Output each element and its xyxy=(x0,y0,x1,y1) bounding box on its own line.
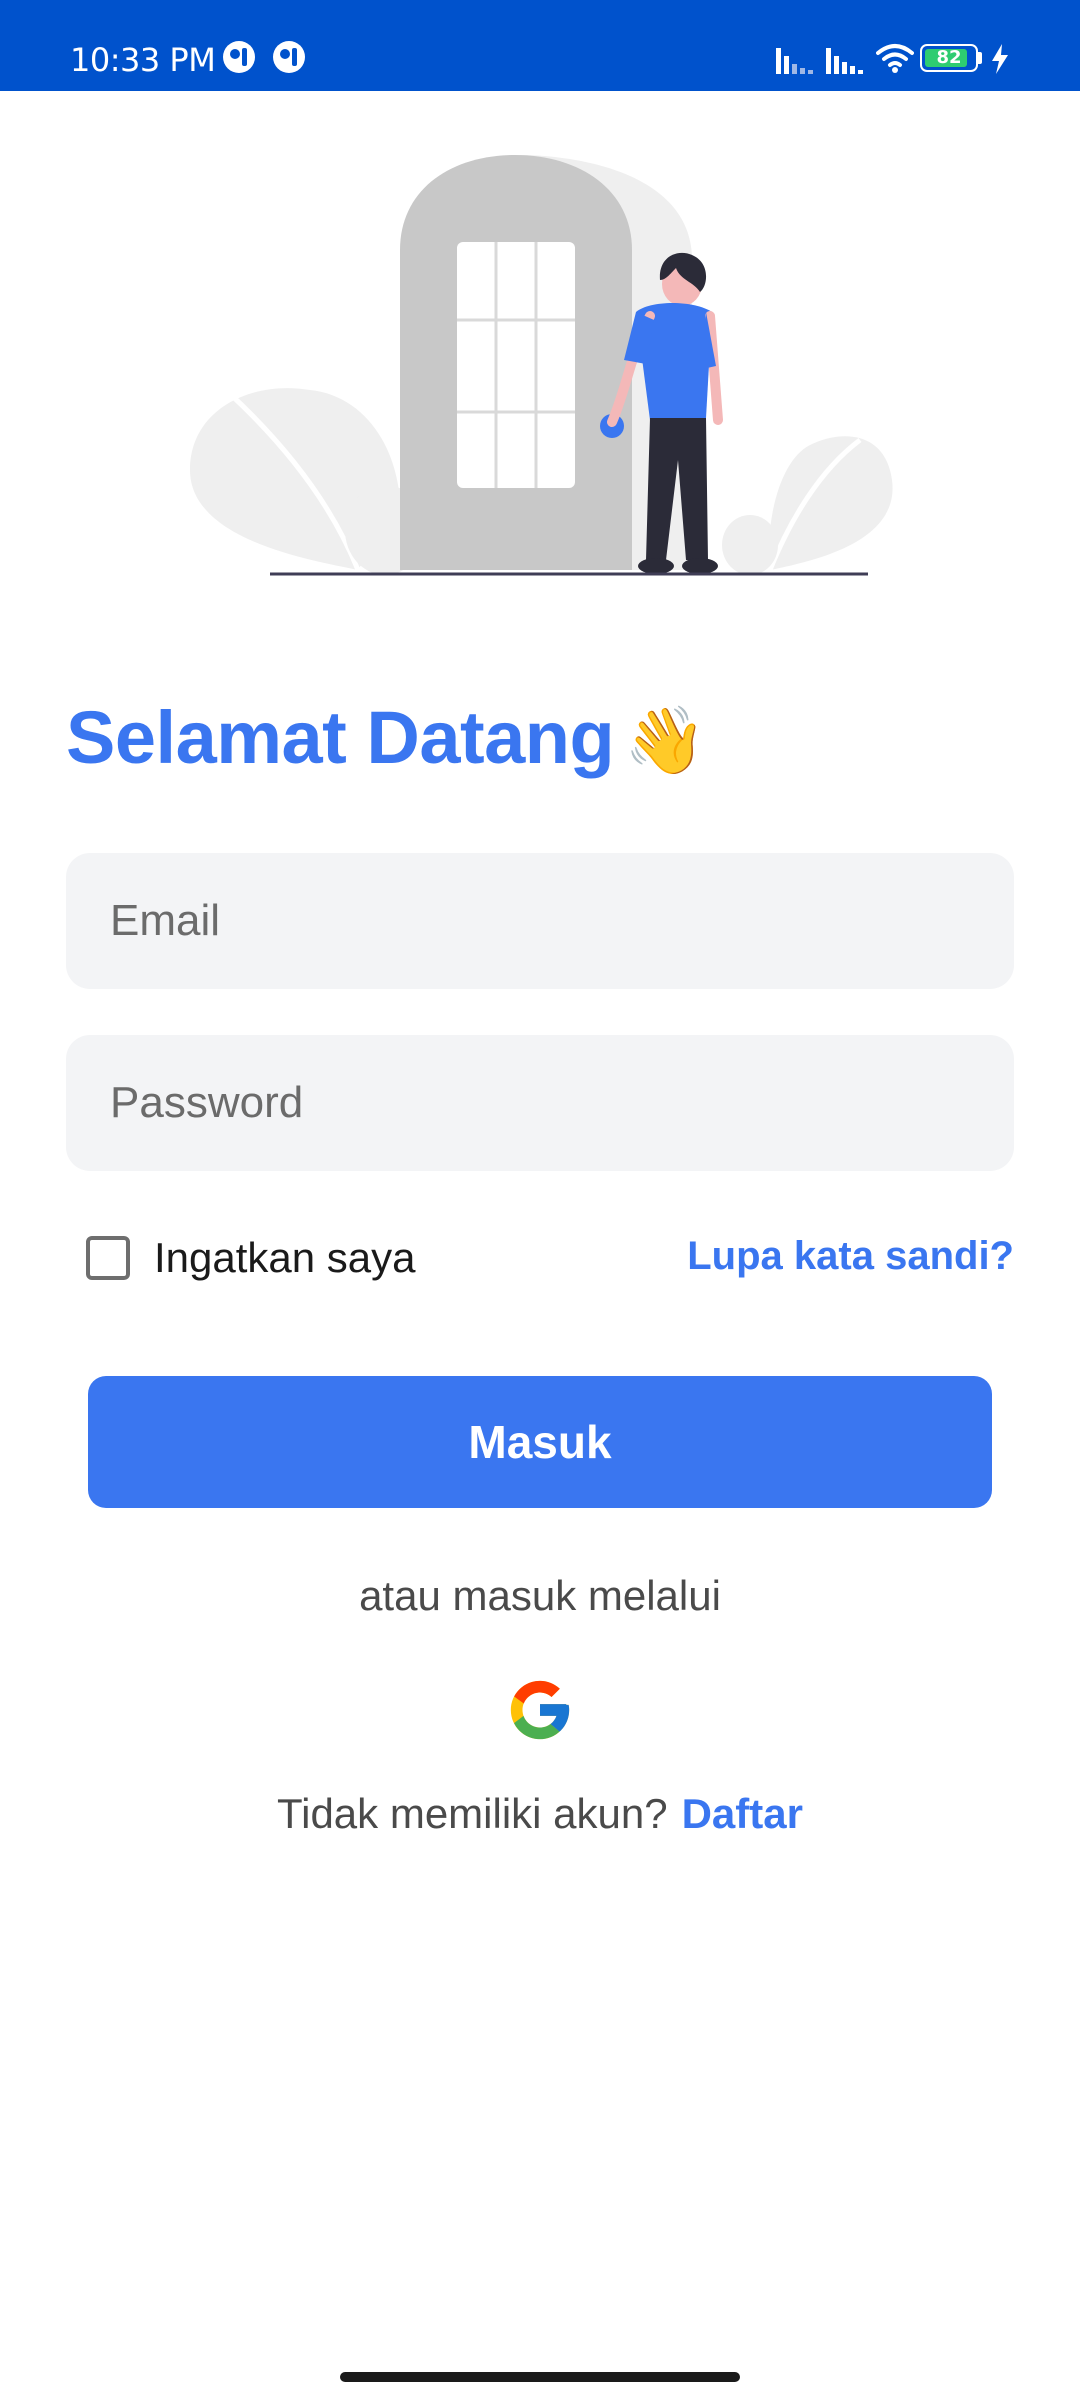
status-time: 10:33 PM xyxy=(70,41,216,79)
welcome-title-text: Selamat Datang xyxy=(66,696,615,779)
password-field[interactable] xyxy=(66,1035,1014,1171)
remember-me-label[interactable]: Ingatkan saya xyxy=(154,1232,416,1284)
remember-me-checkbox[interactable] xyxy=(86,1236,130,1280)
signal-icon xyxy=(776,48,813,74)
alt-login-text: atau masuk melalui xyxy=(359,1572,721,1619)
home-indicator[interactable] xyxy=(340,2372,740,2382)
app-notification-icon xyxy=(223,41,255,73)
waving-hand-icon: 👋 xyxy=(624,703,706,777)
signup-link[interactable]: Daftar xyxy=(682,1790,803,1837)
signup-row: Tidak memiliki akun? Daftar xyxy=(0,1786,1080,1842)
forgot-password-link[interactable]: Lupa kata sandi? xyxy=(687,1230,1014,1282)
battery-level: 82 xyxy=(936,47,962,68)
login-button[interactable]: Masuk xyxy=(88,1376,992,1508)
charging-icon xyxy=(992,44,1008,74)
welcome-illustration xyxy=(190,155,893,576)
google-login-icon[interactable] xyxy=(505,1675,575,1745)
battery-tip xyxy=(978,52,982,64)
battery-icon: 82 xyxy=(920,44,978,72)
wifi-icon xyxy=(876,44,914,73)
door-window-illustration xyxy=(457,242,575,488)
welcome-title: Selamat Datang 👋 xyxy=(66,690,706,788)
signup-prompt: Tidak memiliki akun? xyxy=(277,1790,668,1837)
app-notification-icon xyxy=(273,41,305,73)
signal-icon xyxy=(826,48,863,74)
status-bar: 10:33 PM 82 xyxy=(0,0,1080,91)
plant-right-illustration xyxy=(769,436,893,570)
email-field[interactable] xyxy=(66,853,1014,989)
